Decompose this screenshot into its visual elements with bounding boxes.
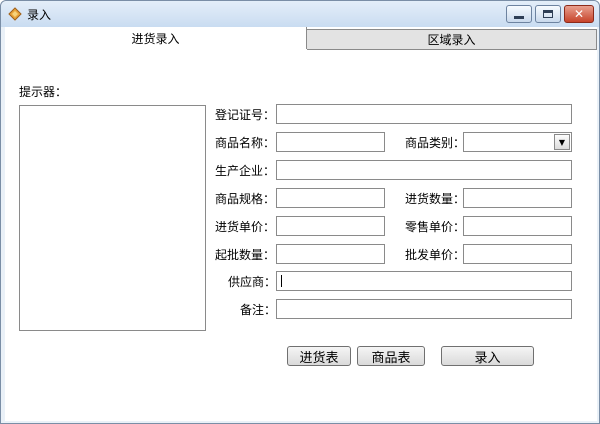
product-name-label: 商品名称：: [215, 136, 276, 150]
manufacturer-label: 生产企业：: [215, 164, 276, 178]
minimize-icon: [514, 15, 524, 19]
purchase-price-label: 进货单价：: [215, 220, 276, 234]
title-bar[interactable]: 录入 ✕: [1, 1, 599, 27]
tab-label: 区域录入: [427, 33, 476, 47]
product-table-button[interactable]: 商品表: [357, 346, 425, 366]
retail-price-field[interactable]: [463, 216, 572, 236]
maximize-button[interactable]: [535, 5, 561, 23]
client-area: 进货录入 区域录入 提示器： 登记证号： 商品名称： 商品类别： ▼ 生产企业：…: [5, 27, 597, 421]
wholesale-price-field[interactable]: [463, 244, 572, 264]
app-icon: [8, 7, 22, 21]
tab-purchase-entry[interactable]: 进货录入: [5, 27, 307, 49]
product-table-label: 商品表: [371, 350, 411, 366]
close-icon: ✕: [573, 7, 585, 21]
purchase-qty-label: 进货数量：: [405, 192, 466, 206]
hint-label: 提示器：: [19, 85, 68, 99]
min-wholesale-qty-field[interactable]: [276, 244, 385, 264]
retail-price-label: 零售单价：: [405, 220, 466, 234]
window: 录入 ✕ 进货录入 区域录入 提示器： 登记证号： 商品名称： 商品类别： ▼: [0, 0, 600, 424]
product-spec-field[interactable]: [276, 188, 385, 208]
purchase-qty-field[interactable]: [463, 188, 572, 208]
registration-no-field[interactable]: [276, 104, 572, 124]
tab-region-entry[interactable]: 区域录入: [307, 29, 597, 50]
minimize-button[interactable]: [506, 5, 532, 23]
product-category-select[interactable]: ▼: [463, 132, 572, 152]
close-button[interactable]: ✕: [564, 5, 594, 23]
purchase-price-field[interactable]: [276, 216, 385, 236]
product-name-field[interactable]: [276, 132, 385, 152]
tab-label: 进货录入: [131, 31, 180, 46]
tab-divider: [307, 49, 597, 50]
supplier-label: 供应商：: [228, 275, 277, 289]
supplier-field[interactable]: [276, 271, 572, 291]
submit-label: 录入: [474, 350, 501, 366]
hint-box[interactable]: [19, 105, 206, 331]
chevron-down-icon[interactable]: ▼: [554, 134, 570, 150]
remarks-label: 备注：: [240, 303, 277, 317]
manufacturer-field[interactable]: [276, 160, 572, 180]
submit-button[interactable]: 录入: [441, 346, 534, 366]
product-category-label: 商品类别：: [405, 136, 466, 150]
purchase-table-button[interactable]: 进货表: [287, 346, 351, 366]
product-spec-label: 商品规格：: [215, 192, 276, 206]
remarks-field[interactable]: [276, 299, 572, 319]
maximize-icon: [543, 10, 553, 18]
text-caret: [281, 275, 282, 287]
min-wholesale-qty-label: 起批数量：: [215, 248, 276, 262]
registration-no-label: 登记证号：: [215, 108, 276, 122]
wholesale-price-label: 批发单价：: [405, 248, 466, 262]
purchase-table-label: 进货表: [299, 350, 339, 366]
window-title: 录入: [27, 8, 52, 22]
